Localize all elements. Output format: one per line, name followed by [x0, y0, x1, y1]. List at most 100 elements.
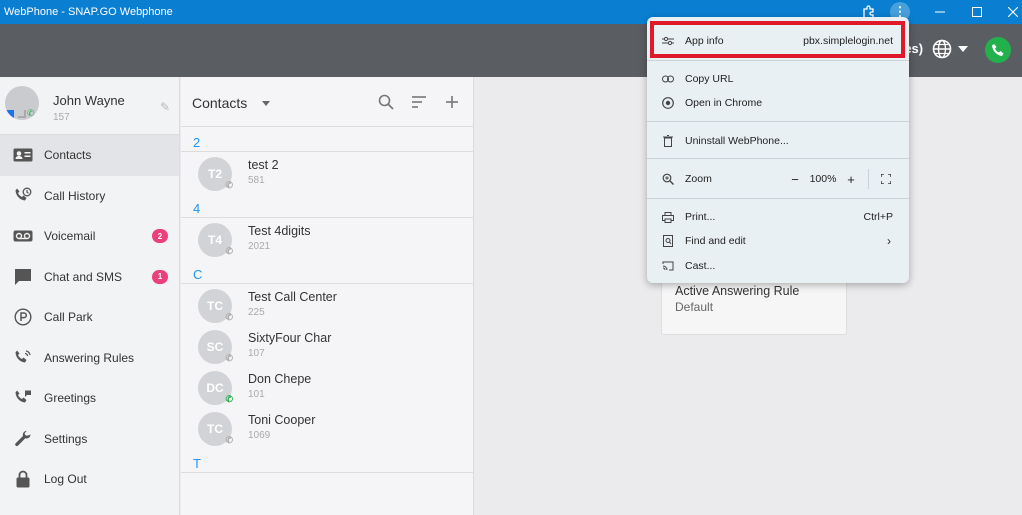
- fullscreen-icon[interactable]: [875, 169, 897, 189]
- contact-row[interactable]: SC ✆ SixtyFour Char 107: [181, 325, 473, 366]
- contact-row[interactable]: T2 ✆ test 2 581: [181, 152, 473, 193]
- contacts-title[interactable]: Contacts: [192, 95, 247, 111]
- avatar-initials: TC: [207, 299, 223, 313]
- sidebar-item-settings[interactable]: Settings: [0, 419, 179, 460]
- avatar-initials: SC: [206, 340, 224, 354]
- menu-print[interactable]: Print... Ctrl+P: [647, 205, 909, 229]
- sidebar: ✆ John Wayne 157 ✎ Contacts Call History V…: [0, 77, 180, 515]
- chevron-down-icon[interactable]: [262, 101, 270, 106]
- chat-icon: [13, 267, 33, 287]
- lock-icon: [13, 469, 33, 489]
- answering-rule-value: Default: [675, 300, 714, 314]
- menu-copy-url[interactable]: Copy URL: [647, 67, 909, 91]
- sidebar-item-label: Voicemail: [44, 229, 96, 244]
- maximize-icon[interactable]: [962, 0, 992, 24]
- print-icon: [661, 210, 675, 224]
- user-profile[interactable]: ✆ John Wayne 157 ✎: [0, 77, 179, 135]
- contact-number: 107: [248, 348, 265, 359]
- section-letter: 2: [193, 135, 201, 150]
- contact-row[interactable]: T4 ✆ Test 4digits 2021: [181, 218, 473, 259]
- phone-status-icon: ✆: [225, 180, 233, 190]
- menu-cast[interactable]: Cast...: [647, 254, 909, 278]
- sidebar-item-call-park[interactable]: Call Park: [0, 297, 179, 338]
- section-letter: 4: [193, 201, 201, 216]
- contact-number: 225: [248, 307, 265, 318]
- avatar-initials: T2: [207, 167, 222, 181]
- contact-avatar: DC ✆: [198, 371, 233, 405]
- call-history-icon: [13, 186, 33, 206]
- chevron-down-icon[interactable]: [958, 46, 968, 52]
- phone-status-icon: ✆: [225, 246, 233, 256]
- device-icon: [18, 110, 26, 118]
- sidebar-item-chat-and-sms[interactable]: Chat and SMS 1: [0, 257, 179, 298]
- nav-list: Contacts Call History Voicemail 2 Chat and S…: [0, 135, 179, 500]
- globe-icon[interactable]: [932, 39, 952, 59]
- contact-number: 101: [248, 389, 265, 400]
- avatar-initials: T4: [207, 233, 222, 247]
- menu-divider: [647, 198, 909, 199]
- answering-rule-card[interactable]: Active Answering Rule Default: [661, 275, 847, 335]
- sidebar-item-label: Greetings: [44, 391, 97, 406]
- open-in-chrome-label: Open in Chrome: [685, 97, 763, 109]
- contact-avatar: T4 ✆: [198, 223, 233, 257]
- contact-avatar: T2 ✆: [198, 157, 233, 191]
- section-header: T: [181, 448, 473, 473]
- sidebar-item-voicemail[interactable]: Voicemail 2: [0, 216, 179, 257]
- menu-divider: [647, 60, 909, 61]
- unread-badge: 2: [152, 229, 168, 243]
- menu-find-and-edit[interactable]: Find and edit ›: [647, 229, 909, 253]
- phone-status-icon: ✆: [225, 353, 233, 363]
- zoom-out-button[interactable]: −: [784, 169, 806, 189]
- zoom-separator: [868, 169, 869, 189]
- search-icon[interactable]: [377, 93, 395, 111]
- contact-name: Test Call Center: [248, 290, 337, 304]
- contact-name: Test 4digits: [248, 224, 311, 238]
- add-contact-icon[interactable]: [443, 93, 461, 111]
- section-header: C: [181, 259, 473, 284]
- menu-zoom: Zoom − 100% +: [647, 167, 909, 191]
- highlight-box: [650, 21, 905, 58]
- user-extension: 157: [53, 112, 70, 123]
- sidebar-item-greetings[interactable]: Greetings: [0, 378, 179, 419]
- sidebar-item-answering-rules[interactable]: Answering Rules: [0, 338, 179, 379]
- zoom-in-button[interactable]: +: [840, 169, 862, 189]
- unread-badge: 1: [152, 269, 168, 284]
- print-shortcut: Ctrl+P: [863, 211, 893, 223]
- contact-avatar: TC ✆: [198, 412, 233, 446]
- answering-rule-title: Active Answering Rule: [675, 284, 800, 298]
- sip-phone-icon[interactable]: [985, 37, 1011, 63]
- cast-icon: [661, 259, 675, 273]
- phone-icon: ✆: [27, 108, 35, 118]
- trash-icon: [661, 134, 675, 148]
- status-icon: [6, 110, 14, 118]
- sidebar-item-call-history[interactable]: Call History: [0, 176, 179, 217]
- sidebar-item-label: Log Out: [44, 472, 87, 487]
- contacts-icon: [13, 145, 33, 165]
- contact-row[interactable]: TC ✆ Toni Cooper 1069: [181, 407, 473, 448]
- close-icon[interactable]: [998, 0, 1022, 24]
- contact-name: test 2: [248, 158, 279, 172]
- sidebar-item-log-out[interactable]: Log Out: [0, 459, 179, 500]
- contacts-header: Contacts: [181, 77, 473, 127]
- sidebar-item-label: Contacts: [44, 148, 92, 163]
- find-page-icon: [661, 234, 675, 248]
- contact-row[interactable]: DC ✆ Don Chepe 101: [181, 366, 473, 407]
- menu-open-in-chrome[interactable]: Open in Chrome: [647, 91, 909, 115]
- contact-row[interactable]: TC ✆ Test Call Center 225: [181, 284, 473, 325]
- sidebar-item-label: Chat and SMS: [44, 269, 123, 284]
- zoom-label: Zoom: [685, 173, 712, 185]
- section-letter: T: [193, 456, 201, 471]
- zoom-control: − 100% +: [784, 169, 897, 189]
- section-letter: C: [193, 267, 203, 282]
- phone-status-icon: ✆: [225, 312, 233, 322]
- sidebar-item-label: Settings: [44, 431, 88, 446]
- sort-icon[interactable]: [410, 93, 428, 111]
- menu-uninstall[interactable]: Uninstall WebPhone...: [647, 129, 909, 153]
- minimize-icon[interactable]: [925, 0, 955, 24]
- voicemail-icon: [13, 226, 33, 246]
- edit-pencil-icon[interactable]: ✎: [160, 100, 170, 114]
- contact-number: 2021: [248, 241, 271, 252]
- wrench-icon: [13, 429, 33, 449]
- sidebar-item-contacts[interactable]: Contacts: [0, 135, 179, 176]
- greetings-icon: [13, 388, 33, 408]
